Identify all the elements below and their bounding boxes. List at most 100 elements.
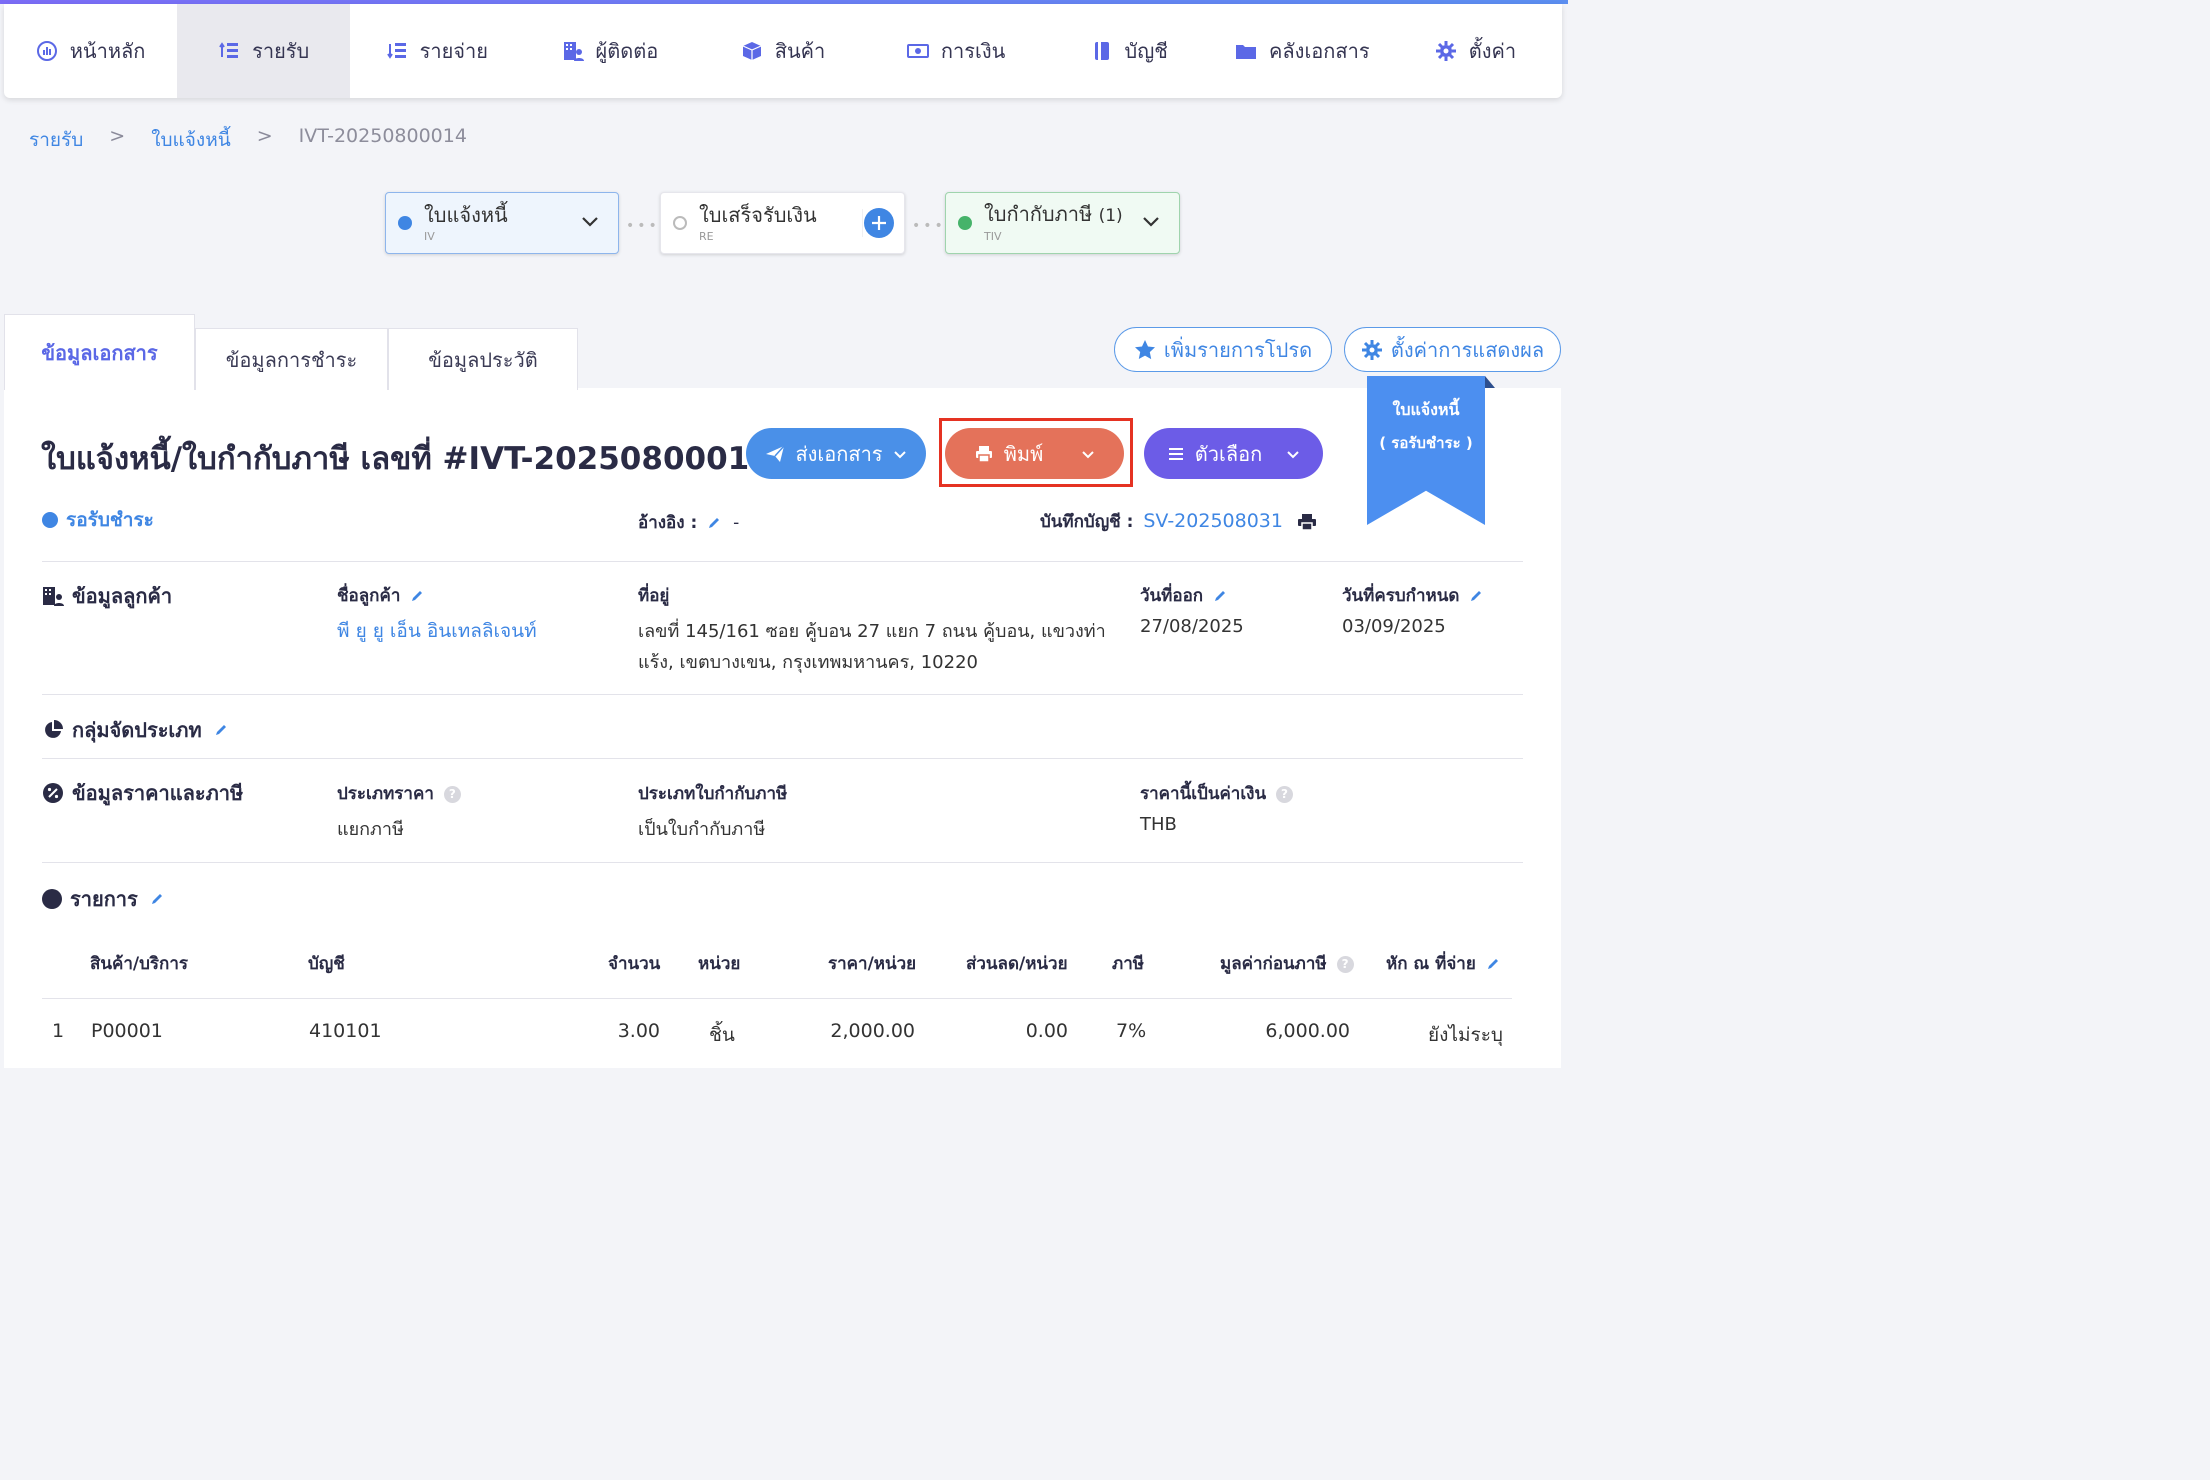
edit-pencil-icon[interactable] (410, 589, 424, 603)
column-header-unit: หน่วย (698, 954, 741, 974)
options-button[interactable]: ตัวเลือก (1144, 428, 1323, 479)
nav-label: ผู้ติดต่อ (595, 39, 659, 63)
display-settings-label: ตั้งค่าการแสดงผล (1390, 337, 1545, 362)
divider (42, 694, 1523, 695)
customer-section-title: ข้อมูลลูกค้า (42, 580, 172, 612)
send-label: ส่งเอกสาร (795, 441, 883, 466)
inactive-dot-icon (673, 216, 687, 230)
breadcrumb-income[interactable]: รายรับ (29, 125, 83, 155)
price-type-value: แยกภาษี (337, 819, 404, 840)
edit-pencil-icon[interactable] (1486, 957, 1500, 971)
dashboard-icon (36, 40, 58, 62)
currency-value: THB (1140, 814, 1177, 835)
nav-label: รายรับ (252, 39, 310, 63)
add-receipt-plus-icon[interactable] (862, 207, 894, 239)
printer-icon[interactable] (1297, 512, 1317, 532)
percent-badge-icon (43, 783, 63, 803)
add-favorite-label: เพิ่มรายการโปรด (1163, 337, 1313, 362)
status-badge: รอรับชำระ (42, 505, 154, 535)
expense-icon (386, 40, 408, 62)
nav-item-income[interactable]: รายรับ (177, 4, 351, 98)
tab-doc-info[interactable]: ข้อมูลเอกสาร (4, 314, 195, 390)
nav-label: รายจ่าย (419, 39, 488, 63)
address-line-2: แร้ง, เขตบางเขน, กรุงเทพมหานคร, 10220 (638, 652, 978, 673)
nav-item-expense[interactable]: รายจ่าย (350, 4, 523, 98)
reference-value: - (733, 513, 740, 533)
main-nav: หน้าหลัก รายรับ รายจ่าย ผู้ติดต่อ สินค้า… (4, 4, 1562, 98)
customer-name-link[interactable]: พี ยู ยู เอ็น อินเทลลิเจนท์ (337, 616, 537, 646)
ribbon-fold (1485, 376, 1495, 388)
address-label: ที่อยู่ (638, 586, 670, 606)
column-header-product: สินค้า/บริการ (90, 954, 189, 974)
nav-item-dashboard[interactable]: หน้าหลัก (4, 4, 177, 98)
nav-label: บัญชี (1124, 39, 1168, 63)
pricing-section-label: ข้อมูลราคาและภาษี (72, 781, 244, 805)
edit-pencil-icon[interactable] (150, 892, 164, 906)
nav-item-accounting[interactable]: บัญชี (1043, 4, 1216, 98)
breadcrumb-invoice[interactable]: ใบแจ้งหนี้ (151, 125, 231, 155)
row-product-link[interactable]: P00001 (91, 1020, 163, 1042)
edit-pencil-icon[interactable] (1469, 589, 1483, 603)
divider (42, 758, 1523, 759)
nav-label: สินค้า (774, 39, 826, 63)
nav-item-products[interactable]: สินค้า (696, 4, 869, 98)
edit-pencil-icon[interactable] (707, 516, 721, 530)
currency-label-wrap: ราคานี้เป็นค่าเงิน ? (1140, 780, 1294, 807)
nav-item-documents[interactable]: คลังเอกสาร (1216, 4, 1389, 98)
breadcrumb-separator: > (109, 125, 126, 147)
divider (42, 862, 1523, 863)
column-header-account: บัญชี (308, 954, 345, 974)
customer-name-label-wrap: ชื่อลูกค้า (337, 582, 424, 609)
address-line-1: เลขที่ 145/161 ซอย คู้บอน 27 แยก 7 ถนน ค… (638, 621, 1106, 642)
add-favorite-button[interactable]: เพิ่มรายการโปรด (1114, 327, 1332, 372)
flow-tax-invoice-code: TIV (984, 230, 1002, 243)
help-icon[interactable]: ? (443, 785, 461, 803)
row-price: 2,000.00 (830, 1020, 915, 1042)
flow-tax-invoice-label: ใบกำกับภาษี (984, 202, 1093, 226)
chevron-down-icon[interactable] (580, 211, 600, 231)
row-pretax: 6,000.00 (1265, 1020, 1350, 1042)
items-section-title: รายการ (42, 883, 164, 915)
flow-invoice-label: ใบแจ้งหนี้ (424, 202, 508, 227)
income-icon (218, 40, 240, 62)
issue-date-label: วันที่ออก (1140, 586, 1204, 606)
edit-pencil-icon[interactable] (214, 723, 228, 737)
tab-history-info[interactable]: ข้อมูลประวัติ (388, 328, 578, 390)
journal-field: บันทึกบัญชี : SV-202508031 (1040, 508, 1317, 535)
column-header-wht-wrap: หัก ณ ที่จ่าย (1386, 950, 1500, 977)
box-icon (741, 40, 763, 62)
status-text: รอรับชำระ (66, 509, 154, 531)
nav-item-finance[interactable]: การเงิน (870, 4, 1043, 98)
display-settings-button[interactable]: ตั้งค่าการแสดงผล (1344, 327, 1561, 372)
nav-label: คลังเอกสาร (1269, 39, 1370, 63)
help-icon[interactable]: ? (1336, 955, 1354, 973)
issue-date-value: 27/08/2025 (1140, 616, 1244, 637)
send-document-button[interactable]: ส่งเอกสาร (746, 428, 926, 479)
flow-card-receipt[interactable]: ใบเสร็จรับเงิน RE (660, 192, 905, 254)
help-icon[interactable]: ? (1276, 785, 1294, 803)
nav-item-contacts[interactable]: ผู้ติดต่อ (523, 4, 696, 98)
flow-tax-invoice-count: (1) (1098, 206, 1123, 226)
nav-item-settings[interactable]: ตั้งค่า (1389, 4, 1562, 98)
tab-payment-info[interactable]: ข้อมูลการชำระ (195, 328, 388, 390)
success-dot-icon (958, 216, 972, 230)
breadcrumb-current: IVT-20250800014 (298, 125, 467, 147)
journal-label: บันทึกบัญชี : (1040, 512, 1134, 532)
journal-link[interactable]: SV-202508031 (1143, 510, 1283, 532)
money-icon (906, 40, 929, 62)
pie-chart-icon (45, 720, 63, 738)
edit-pencil-icon[interactable] (1213, 589, 1227, 603)
column-header-tax: ภาษี (1112, 954, 1144, 974)
flow-connector-dots: ••• (912, 218, 946, 234)
flow-card-invoice[interactable]: ใบแจ้งหนี้ IV (385, 192, 619, 254)
paper-plane-icon (766, 444, 785, 462)
pricing-section-title: ข้อมูลราคาและภาษี (42, 777, 243, 809)
page-title: ใบแจ้งหนี้/ใบกำกับภาษี เลขที่ #IVT-20250… (41, 433, 800, 483)
chevron-down-icon (1287, 450, 1299, 458)
row-tax: 7% (1116, 1020, 1147, 1042)
due-date-label-wrap: วันที่ครบกำหนด (1342, 582, 1483, 609)
divider (42, 998, 1512, 999)
flow-card-tax-invoice[interactable]: ใบกำกับภาษี (1) TIV (945, 192, 1180, 254)
row-discount: 0.00 (1025, 1020, 1068, 1042)
chevron-down-icon[interactable] (1141, 211, 1161, 231)
